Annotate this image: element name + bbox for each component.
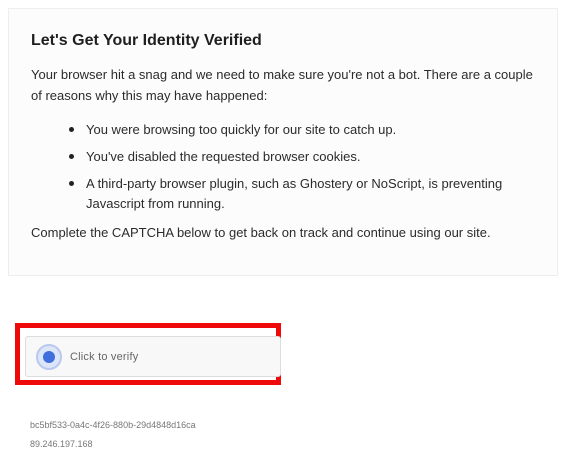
bullet-icon <box>69 154 74 159</box>
verify-label: Click to verify <box>70 350 139 363</box>
intro-text: Your browser hit a snag and we need to m… <box>31 67 533 103</box>
list-item: A third-party browser plugin, such as Gh… <box>69 174 533 214</box>
verification-page: Let's Get Your Identity Verified Your br… <box>0 0 566 450</box>
list-item: You were browsing too quickly for our si… <box>69 120 533 140</box>
bullet-icon <box>69 181 74 186</box>
verify-dot-icon <box>43 350 55 363</box>
verify-circle-icon[interactable] <box>36 343 62 370</box>
outro-text: Complete the CAPTCHA below to get back o… <box>31 225 491 240</box>
bullet-icon <box>69 127 74 132</box>
click-to-verify-button[interactable]: Click to verify <box>25 336 281 377</box>
list-item-text: A third-party browser plugin, such as Gh… <box>86 176 503 211</box>
notice-card: Let's Get Your Identity Verified Your br… <box>8 8 558 276</box>
reference-id: bc5bf533-0a4c-4f26-880b-29d4848d16ca <box>30 420 196 430</box>
reasons-list: You were browsing too quickly for our si… <box>31 120 533 214</box>
list-item: You've disabled the requested browser co… <box>69 147 533 167</box>
page-title: Let's Get Your Identity Verified <box>31 32 262 49</box>
ip-address: 89.246.197.168 <box>30 439 93 449</box>
list-item-text: You were browsing too quickly for our si… <box>86 122 397 137</box>
list-item-text: You've disabled the requested browser co… <box>86 149 361 164</box>
